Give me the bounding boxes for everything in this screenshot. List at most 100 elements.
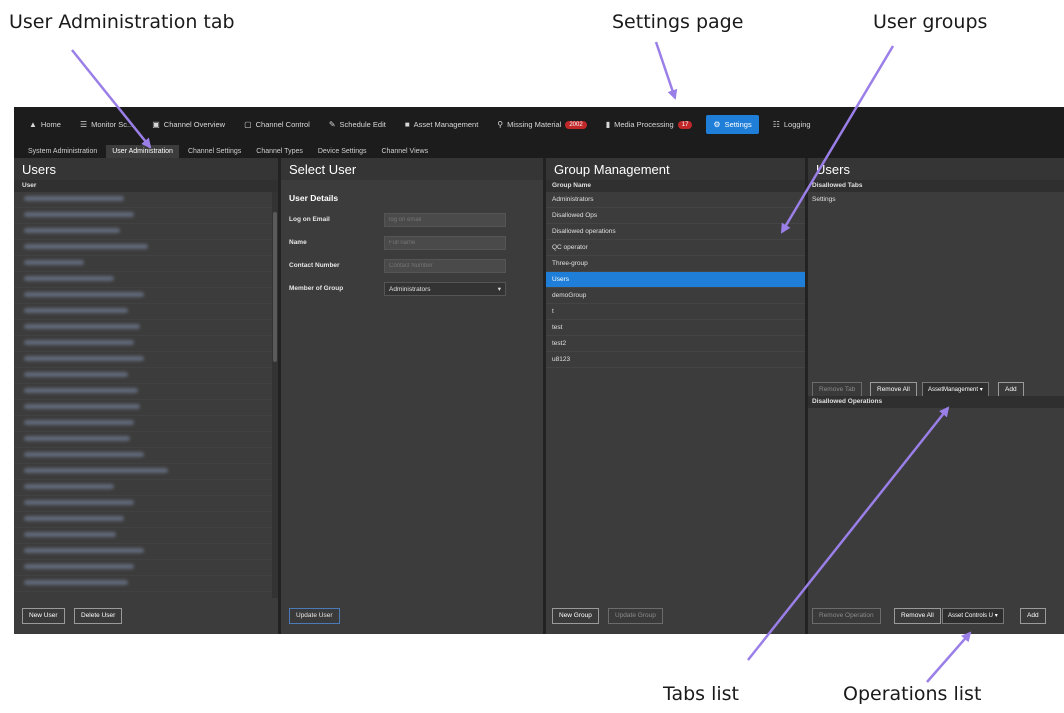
tab-channel-views[interactable]: Channel Views	[376, 145, 435, 158]
user-row[interactable]	[14, 240, 272, 256]
name-input[interactable]	[384, 236, 506, 250]
user-row[interactable]	[14, 304, 272, 320]
user-email-redacted	[24, 436, 130, 441]
tab-channel-settings[interactable]: Channel Settings	[182, 145, 247, 158]
group-row[interactable]: Users	[546, 272, 805, 288]
callout-operations-list: Operations list	[843, 683, 982, 705]
callout-settings-page: Settings page	[612, 11, 744, 33]
user-email-redacted	[24, 404, 140, 409]
user-list	[14, 192, 272, 598]
contact-number-label: Contact Number	[289, 262, 340, 269]
folder-icon: ■	[404, 120, 410, 129]
permissions-title: Users	[808, 158, 1064, 180]
user-row[interactable]	[14, 528, 272, 544]
user-row[interactable]	[14, 576, 272, 592]
user-row[interactable]	[14, 448, 272, 464]
user-row[interactable]	[14, 288, 272, 304]
logon-email-input[interactable]	[384, 213, 506, 227]
user-row[interactable]	[14, 352, 272, 368]
nav-media-processing[interactable]: ▮ Media Processing 17	[601, 116, 698, 133]
nav-home[interactable]: ▲ Home	[24, 116, 66, 133]
tab-system-administration[interactable]: System Administration	[22, 145, 103, 158]
user-row[interactable]	[14, 560, 272, 576]
user-row[interactable]	[14, 208, 272, 224]
nav-label: Channel Overview	[163, 120, 226, 129]
disallowed-operations-header: Disallowed Operations	[808, 396, 1064, 408]
update-group-button[interactable]: Update Group	[608, 608, 663, 624]
user-row[interactable]	[14, 496, 272, 512]
user-row[interactable]	[14, 368, 272, 384]
chevron-down-icon: ▾	[979, 387, 983, 393]
group-row[interactable]: t	[546, 304, 805, 320]
user-row[interactable]	[14, 464, 272, 480]
user-row[interactable]	[14, 512, 272, 528]
user-email-redacted	[24, 500, 134, 505]
user-row[interactable]	[14, 544, 272, 560]
new-user-button[interactable]: New User	[22, 608, 65, 624]
nav-schedule-edit[interactable]: ✎ Schedule Edit	[324, 116, 391, 133]
tab-channel-types[interactable]: Channel Types	[250, 145, 309, 158]
user-row[interactable]	[14, 192, 272, 208]
media-processing-badge: 17	[677, 120, 693, 129]
group-row[interactable]: test2	[546, 336, 805, 352]
add-operation-button[interactable]: Add	[1020, 608, 1046, 624]
group-row[interactable]: QC operator	[546, 240, 805, 256]
logon-email-label: Log on Email	[289, 216, 330, 223]
group-row[interactable]: Administrators	[546, 192, 805, 208]
user-email-redacted	[24, 340, 134, 345]
nav-monitor-screen[interactable]: ☰ Monitor Sc...	[75, 116, 138, 133]
group-row[interactable]: demoGroup	[546, 288, 805, 304]
user-row[interactable]	[14, 384, 272, 400]
user-row[interactable]	[14, 400, 272, 416]
chevron-down-icon: ▾	[497, 286, 501, 293]
delete-user-button[interactable]: Delete User	[74, 608, 123, 624]
tab-device-settings[interactable]: Device Settings	[312, 145, 373, 158]
operation-select-dropdown[interactable]: Asset Controls U ▾	[942, 608, 1004, 624]
select-user-title: Select User	[281, 158, 543, 180]
nav-label: Settings	[724, 120, 752, 129]
user-email-redacted	[24, 212, 134, 217]
contact-number-input[interactable]	[384, 259, 506, 273]
tab-user-administration[interactable]: User Administration	[106, 145, 179, 158]
group-row[interactable]: Three-group	[546, 256, 805, 272]
nav-settings[interactable]: ⚙ Settings	[706, 115, 759, 134]
user-row[interactable]	[14, 480, 272, 496]
user-email-redacted	[24, 516, 124, 521]
member-of-group-select[interactable]: Administrators ▾	[384, 282, 506, 296]
users-panel-title: Users	[14, 158, 278, 180]
group-row[interactable]: test	[546, 320, 805, 336]
disallowed-tab-item[interactable]: Settings	[808, 192, 1064, 207]
nav-channel-overview[interactable]: ▣ Channel Overview	[147, 116, 230, 133]
nav-channel-control[interactable]: ▢ Channel Control	[239, 116, 315, 133]
group-name-header: Group Name	[546, 180, 805, 192]
group-management-panel: Group Management Group Name Administrato…	[546, 158, 805, 634]
group-row[interactable]: u8123	[546, 352, 805, 368]
user-row[interactable]	[14, 432, 272, 448]
nav-missing-material[interactable]: ⚲ Missing Material 2002	[492, 116, 591, 133]
user-row[interactable]	[14, 336, 272, 352]
remove-all-operations-button[interactable]: Remove All	[894, 608, 941, 624]
user-row[interactable]	[14, 224, 272, 240]
group-row[interactable]: Disallowed operations	[546, 224, 805, 240]
group-row[interactable]: Disallowed Ops	[546, 208, 805, 224]
update-user-button[interactable]: Update User	[289, 608, 340, 624]
user-row[interactable]	[14, 272, 272, 288]
nav-logging[interactable]: ☷ Logging	[768, 116, 816, 133]
user-email-redacted	[24, 308, 128, 313]
select-user-panel: Select User User Details Log on Email Na…	[281, 158, 543, 634]
user-email-redacted	[24, 564, 134, 569]
name-label: Name	[289, 239, 307, 246]
new-group-button[interactable]: New Group	[552, 608, 599, 624]
nav-label: Channel Control	[255, 120, 310, 129]
remove-operation-button[interactable]: Remove Operation	[812, 608, 881, 624]
nav-asset-management[interactable]: ■ Asset Management	[400, 116, 483, 133]
user-row[interactable]	[14, 320, 272, 336]
monitor-icon: ▢	[244, 120, 252, 129]
user-row[interactable]	[14, 256, 272, 272]
grid-icon: ☰	[79, 120, 88, 129]
user-email-redacted	[24, 292, 144, 297]
scrollbar-thumb[interactable]	[273, 212, 277, 362]
user-row[interactable]	[14, 416, 272, 432]
group-list: Administrators Disallowed Ops Disallowed o…	[546, 192, 805, 368]
nav-label: Media Processing	[614, 120, 674, 129]
